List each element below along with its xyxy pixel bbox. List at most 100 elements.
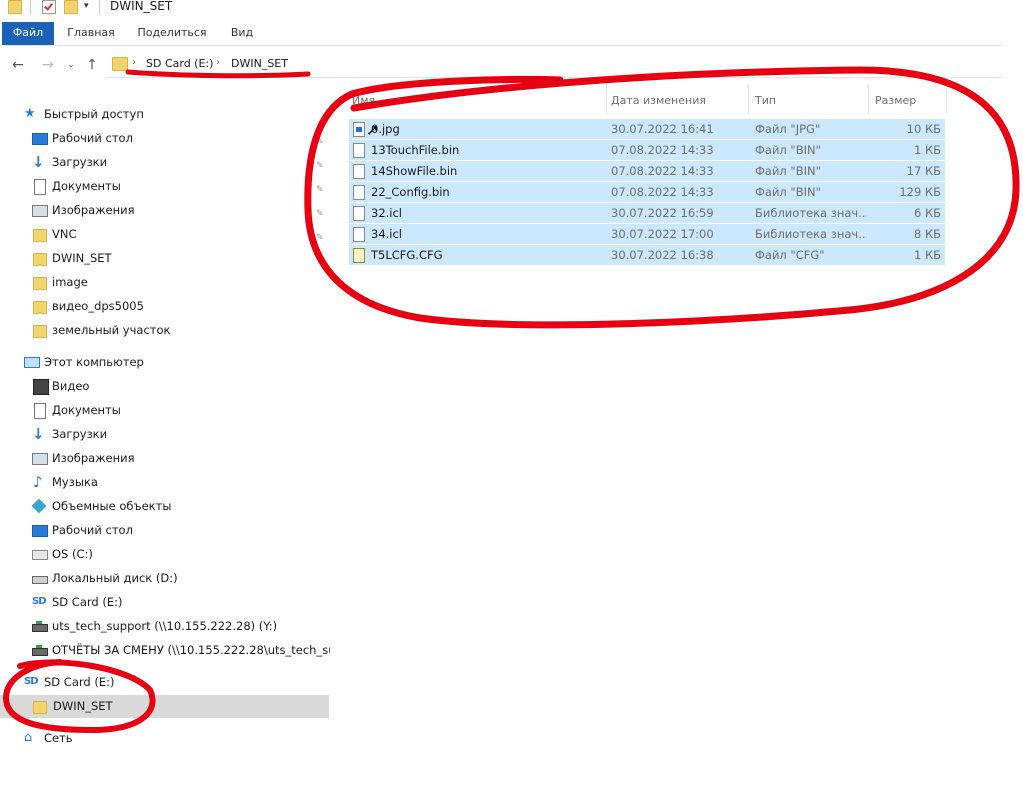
nav-quick-access[interactable]: ★ Быстрый доступ: [22, 104, 322, 124]
file-icon: [353, 227, 365, 242]
address-bar[interactable]: › SD Card (E:) › DWIN_SET: [106, 52, 1003, 78]
nav-drive-c[interactable]: OS (C:): [30, 544, 322, 564]
file-row[interactable]: 13TouchFile.bin 07.08.2022 14:33 Файл "B…: [349, 140, 945, 160]
nav-pc-desktop[interactable]: Рабочий стол: [30, 520, 322, 540]
nav-3d-objects[interactable]: Объемные объекты: [30, 496, 322, 516]
nav-network[interactable]: ⌂ Сеть: [22, 728, 322, 748]
nav-desktop[interactable]: Рабочий стол: [30, 128, 322, 148]
pin-icon[interactable]: ✎: [316, 234, 324, 243]
nav-folder-image[interactable]: image: [30, 272, 322, 292]
breadcrumb-dwin-set[interactable]: DWIN_SET: [231, 57, 288, 70]
new-folder-icon[interactable]: [64, 0, 78, 14]
column-divider[interactable]: [606, 84, 607, 114]
tab-share[interactable]: Поделиться: [134, 22, 210, 45]
nav-network-drive-y[interactable]: uts_tech_support (\\10.155.222.28) (Y:): [30, 616, 322, 636]
file-name: 14ShowFile.bin: [371, 164, 458, 178]
pin-icon[interactable]: ✎: [316, 186, 324, 195]
nav-current-dwin-set[interactable]: DWIN_SET: [0, 695, 329, 718]
folder-icon: [33, 277, 47, 290]
nav-label: Видео: [52, 379, 90, 393]
music-icon: ♪: [33, 473, 43, 491]
os-drive-icon: [32, 550, 48, 560]
nav-label: Объемные объекты: [52, 499, 172, 513]
customize-toolbar-icon[interactable]: ▾: [84, 0, 94, 12]
nav-label: uts_tech_support (\\10.155.222.28) (Y:): [52, 619, 278, 633]
file-row[interactable]: 14ShowFile.bin 07.08.2022 14:33 Файл "BI…: [349, 161, 945, 181]
file-row[interactable]: T5LCFG.CFG 30.07.2022 16:38 Файл "CFG" 1…: [349, 245, 945, 265]
nav-label: Изображения: [52, 451, 135, 465]
tab-file[interactable]: Файл: [2, 22, 54, 45]
file-icon: [353, 143, 365, 158]
breadcrumb-sd-card[interactable]: SD Card (E:): [146, 57, 213, 70]
ribbon: Файл Главная Поделиться Вид: [0, 22, 1003, 46]
file-name: 0.jpg: [371, 122, 400, 136]
pin-icon[interactable]: ✎: [316, 138, 324, 147]
file-row[interactable]: 34.icl 30.07.2022 17:00 Библиотека знач.…: [349, 224, 945, 244]
column-divider[interactable]: [868, 84, 869, 114]
file-row[interactable]: 22_Config.bin 07.08.2022 14:33 Файл "BIN…: [349, 182, 945, 202]
column-divider[interactable]: [748, 84, 749, 114]
file-row[interactable]: 0.jpg 30.07.2022 16:41 Файл "JPG" 10 КБ: [349, 119, 945, 139]
nav-drive-d[interactable]: Локальный диск (D:): [30, 568, 322, 588]
chevron-right-icon[interactable]: ›: [132, 57, 136, 68]
nav-documents[interactable]: Документы: [30, 176, 322, 196]
nav-drive-e[interactable]: SD SD Card (E:): [30, 592, 322, 612]
nav-folder-video-dps5005[interactable]: видео_dps5005: [30, 296, 322, 316]
nav-label: Быстрый доступ: [44, 107, 144, 121]
nav-folder-vnc[interactable]: VNC: [30, 224, 322, 244]
file-row[interactable]: 32.icl 30.07.2022 16:59 Библиотека знач.…: [349, 203, 945, 223]
nav-pc-pictures[interactable]: Изображения: [30, 448, 322, 468]
pin-icon[interactable]: ✎: [316, 162, 324, 171]
file-icon: [353, 164, 365, 179]
nav-label: Рабочий стол: [52, 131, 133, 145]
nav-folder-dwin-set[interactable]: DWIN_SET: [30, 248, 322, 268]
column-header-size[interactable]: Размер: [875, 92, 955, 110]
folder-icon[interactable]: [8, 0, 22, 14]
file-name: 34.icl: [371, 227, 403, 241]
sd-card-icon: SD: [24, 676, 39, 687]
up-arrow-icon[interactable]: ↑: [84, 56, 100, 74]
column-header-type[interactable]: Тип: [755, 92, 855, 110]
nav-sd-card[interactable]: SD SD Card (E:): [22, 672, 322, 692]
video-icon: [33, 379, 49, 395]
3d-objects-icon: [31, 498, 47, 514]
recent-locations-icon[interactable]: ⌄: [63, 56, 79, 74]
network-drive-icon: [32, 621, 48, 632]
download-icon: ↓: [32, 153, 45, 171]
nav-this-pc[interactable]: Этот компьютер: [22, 352, 322, 372]
tab-home[interactable]: Главная: [60, 22, 122, 45]
nav-label: Музыка: [52, 475, 98, 489]
nav-network-drive-reports[interactable]: ОТЧЁТЫ ЗА СМЕНУ (\\10.155.222.28\uts_tec…: [30, 640, 330, 660]
nav-label: Загрузки: [52, 427, 108, 441]
network-drive-icon: [32, 645, 48, 656]
forward-arrow-icon[interactable]: →: [40, 56, 56, 74]
file-size: 8 КБ: [913, 227, 941, 241]
file-icon: [353, 206, 365, 221]
navigation-pane: ★ Быстрый доступ Рабочий стол ↓ Загрузки…: [0, 100, 330, 802]
nav-label: Документы: [52, 403, 121, 417]
chevron-right-icon[interactable]: ›: [216, 57, 220, 68]
file-size: 10 КБ: [906, 122, 941, 136]
column-divider[interactable]: [946, 84, 947, 114]
nav-label: видео_dps5005: [52, 299, 144, 313]
back-arrow-icon[interactable]: ←: [10, 56, 26, 74]
column-header-name[interactable]: Имя: [352, 92, 602, 110]
nav-videos[interactable]: Видео: [30, 376, 322, 396]
nav-label: Загрузки: [52, 155, 108, 169]
nav-folder-land-plot[interactable]: земельный участок: [30, 320, 322, 340]
nav-pictures[interactable]: Изображения: [30, 200, 322, 220]
tab-view[interactable]: Вид: [222, 22, 262, 45]
nav-downloads[interactable]: ↓ Загрузки: [30, 152, 322, 172]
drive-icon: [32, 576, 48, 584]
nav-music[interactable]: ♪ Музыка: [30, 472, 322, 492]
file-date: 07.08.2022 14:33: [611, 143, 714, 157]
nav-label: OS (C:): [52, 547, 93, 561]
documents-icon: [34, 403, 46, 419]
nav-pc-downloads[interactable]: ↓ Загрузки: [30, 424, 322, 444]
column-header-date[interactable]: Дата изменения: [611, 92, 751, 110]
nav-pc-documents[interactable]: Документы: [30, 400, 322, 420]
pin-icon[interactable]: ✎: [316, 210, 324, 219]
properties-icon[interactable]: [42, 0, 56, 14]
cfg-file-icon: [353, 248, 365, 263]
folder-icon: [33, 301, 47, 314]
